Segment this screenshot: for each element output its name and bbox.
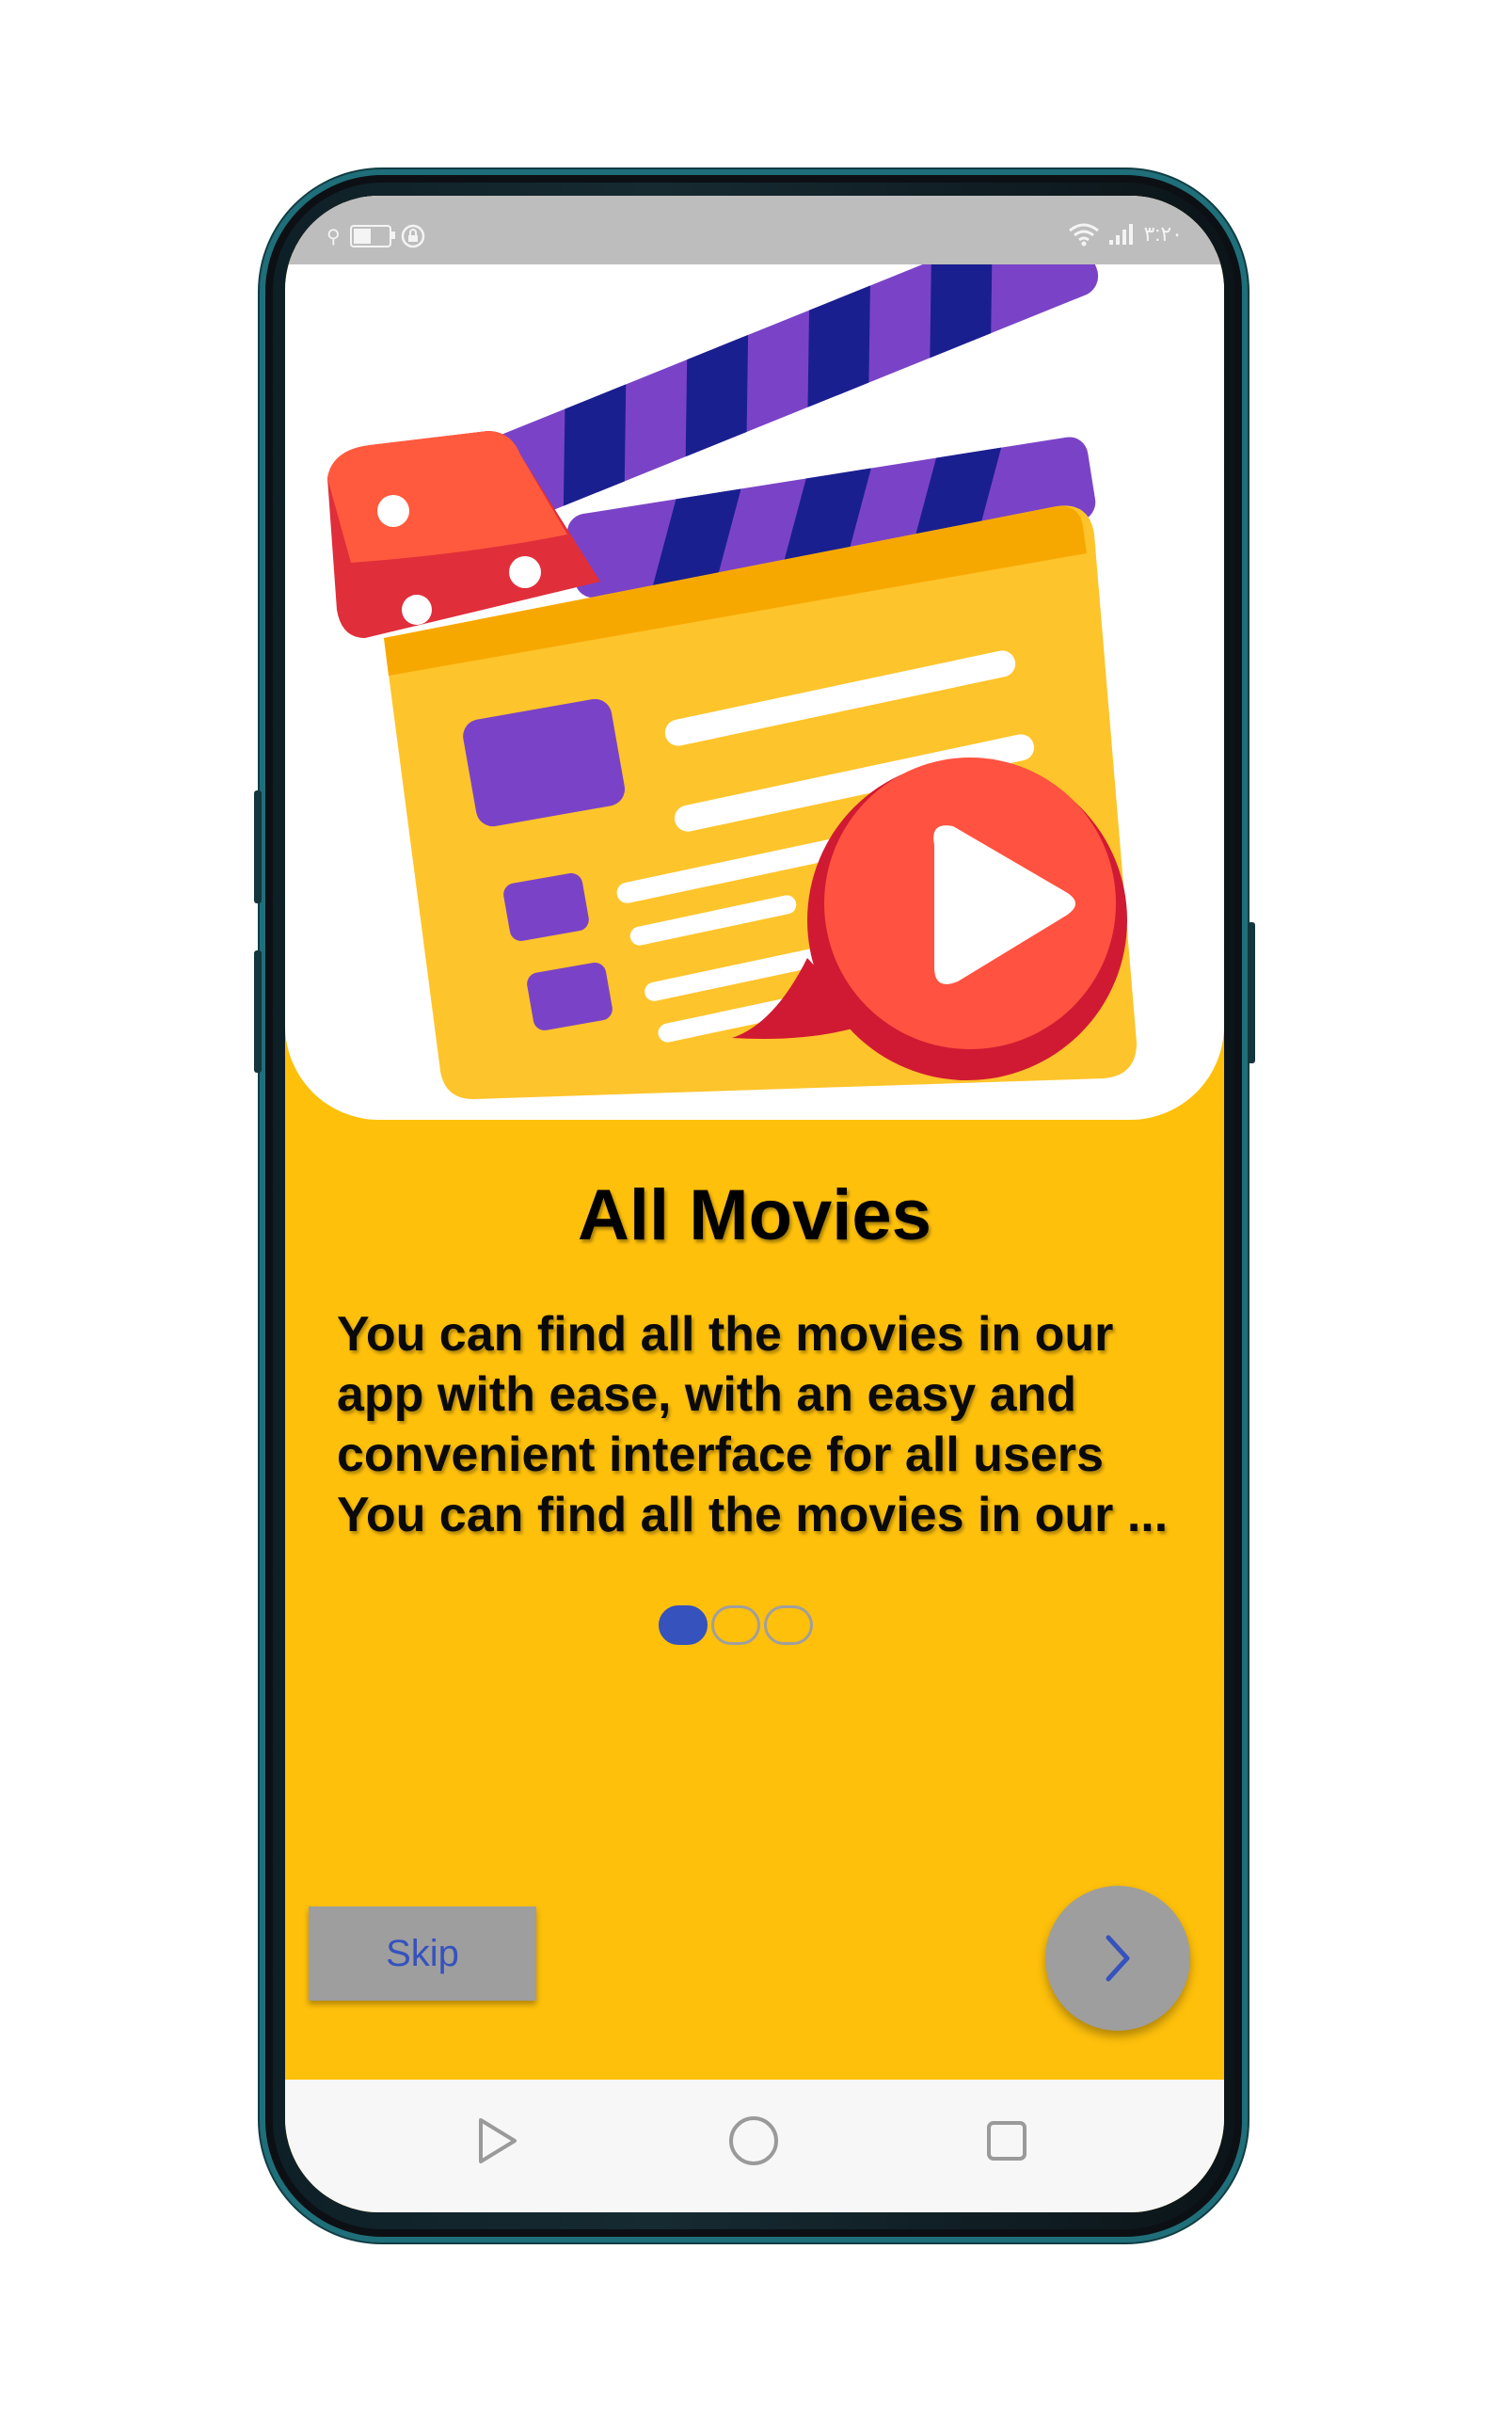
chevron-right-icon xyxy=(1106,1935,1130,1982)
lock-icon xyxy=(401,224,424,248)
description-line: convenient interface for all users xyxy=(337,1428,1104,1482)
screen: ⚲ ٣:٢٠ All Movies You can find all the m… xyxy=(285,196,1224,2212)
square-recents-icon[interactable] xyxy=(983,2114,1030,2167)
next-button[interactable] xyxy=(1045,1886,1190,2031)
triangle-back-icon[interactable] xyxy=(473,2114,520,2167)
description: You can find all the movies in our app w… xyxy=(337,1304,1193,1545)
status-bar: ⚲ ٣:٢٠ xyxy=(285,196,1224,264)
skip-label: Skip xyxy=(386,1932,459,1974)
page-dot[interactable] xyxy=(711,1605,760,1645)
page-title: All Movies xyxy=(578,1175,931,1255)
description-line: app with ease, with an easy and xyxy=(337,1367,1077,1422)
skip-button[interactable]: Skip xyxy=(309,1906,536,2001)
page-dot-active[interactable] xyxy=(659,1605,708,1645)
hero-image xyxy=(285,196,1224,1120)
volume-button xyxy=(254,790,262,903)
navigation-bar xyxy=(285,2080,1224,2212)
description-line: You can find all the movies in our ... xyxy=(337,1488,1169,1542)
status-time: ٣:٢٠ xyxy=(1143,222,1183,246)
clapperboard-play-illustration-icon xyxy=(327,210,1137,1099)
volume-button xyxy=(254,950,262,1073)
battery-icon xyxy=(349,225,395,247)
page-dot[interactable] xyxy=(764,1605,813,1645)
usb-icon: ⚲ xyxy=(326,226,341,247)
description-line: You can find all the movies in our xyxy=(337,1307,1114,1362)
circle-home-icon[interactable] xyxy=(727,2114,780,2167)
wifi-icon xyxy=(1069,223,1100,247)
power-button xyxy=(1248,922,1255,1063)
page-indicator xyxy=(659,1605,813,1645)
signal-icon xyxy=(1109,224,1134,245)
